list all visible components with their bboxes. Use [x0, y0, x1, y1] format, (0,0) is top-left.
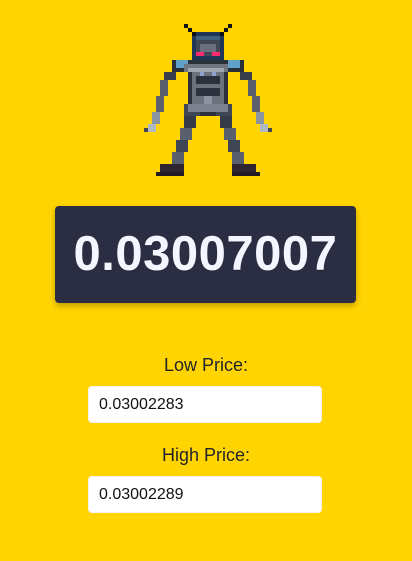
low-price-input[interactable] [88, 386, 322, 423]
low-price-label: Low Price: [163, 355, 249, 375]
high-price-input[interactable] [88, 476, 322, 513]
current-price-value: 0.03007007 [73, 227, 338, 281]
pixel-robot-icon [136, 24, 276, 176]
current-price-display: 0.03007007 [55, 206, 356, 303]
high-price-label: High Price: [161, 445, 251, 465]
